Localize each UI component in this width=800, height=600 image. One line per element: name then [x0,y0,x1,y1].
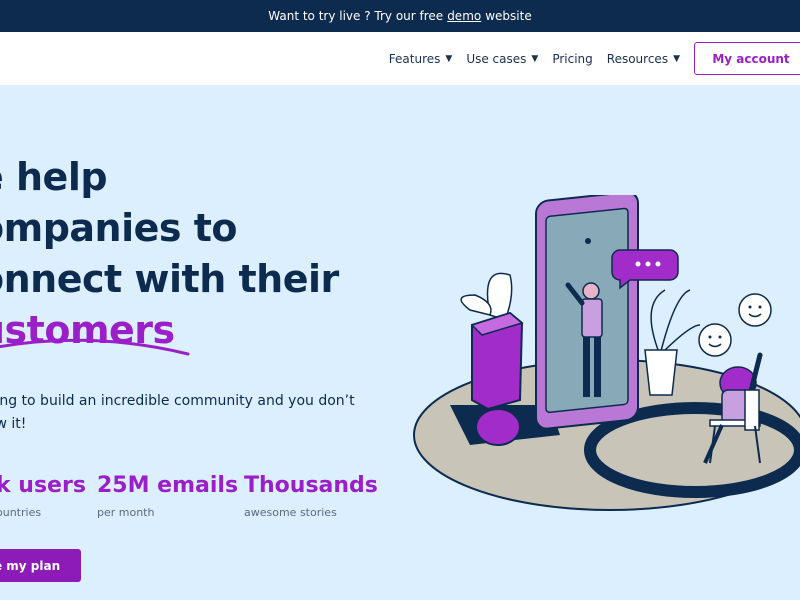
subtitle-line-2: now it! [0,416,27,432]
stat-label: ountries [0,506,42,519]
stat-label: per month [97,506,155,519]
hero-line-1: e help [0,155,108,199]
hero-line-3: onnect with their [0,257,339,301]
nav-item-pricing[interactable]: Pricing [552,52,592,66]
stat-emails: 25M emails per month [97,473,238,519]
nav-item-use-cases[interactable]: Use cases ▼ [466,52,538,66]
chevron-down-icon: ▼ [445,53,453,64]
hero-line-2: ompanies to [0,206,238,250]
stat-value: k users [0,473,86,498]
nav-item-resources[interactable]: Resources ▼ [607,52,680,66]
chevron-down-icon: ▼ [531,53,539,64]
promo-text: Want to try live ? Try our free [268,9,444,23]
stat-users: k users ountries [0,473,86,519]
nav-item-label: Features [388,51,441,66]
hero-illustration [413,195,800,511]
nav-item-features[interactable]: Features ▼ [389,52,453,66]
promo-text-end: website [485,9,532,23]
heading-underline-decoration [0,338,190,356]
stat-stories: Thousands awesome stories [244,473,378,519]
stat-value: 25M emails [97,473,239,498]
nav-item-label: Pricing [552,51,593,66]
nav-item-label: Use cases [466,51,527,66]
subtitle-line-1: going to build an incredible community a… [0,393,355,409]
my-account-button[interactable]: My account [694,42,800,75]
stat-label: awesome stories [244,506,337,519]
promo-banner: Want to try live ? Try our free demo web… [0,0,800,32]
stat-value: Thousands [244,473,378,498]
hero-subtitle: going to build an incredible community a… [0,390,358,436]
chevron-down-icon: ▼ [673,53,680,64]
main-navigation: Features ▼ Use cases ▼ Pricing Resources… [0,32,800,85]
demo-link[interactable]: demo [447,9,481,23]
nav-menu: Features ▼ Use cases ▼ Pricing Resources… [389,52,680,66]
choose-plan-button[interactable]: se my plan [0,549,81,582]
nav-item-label: Resources [606,51,669,66]
